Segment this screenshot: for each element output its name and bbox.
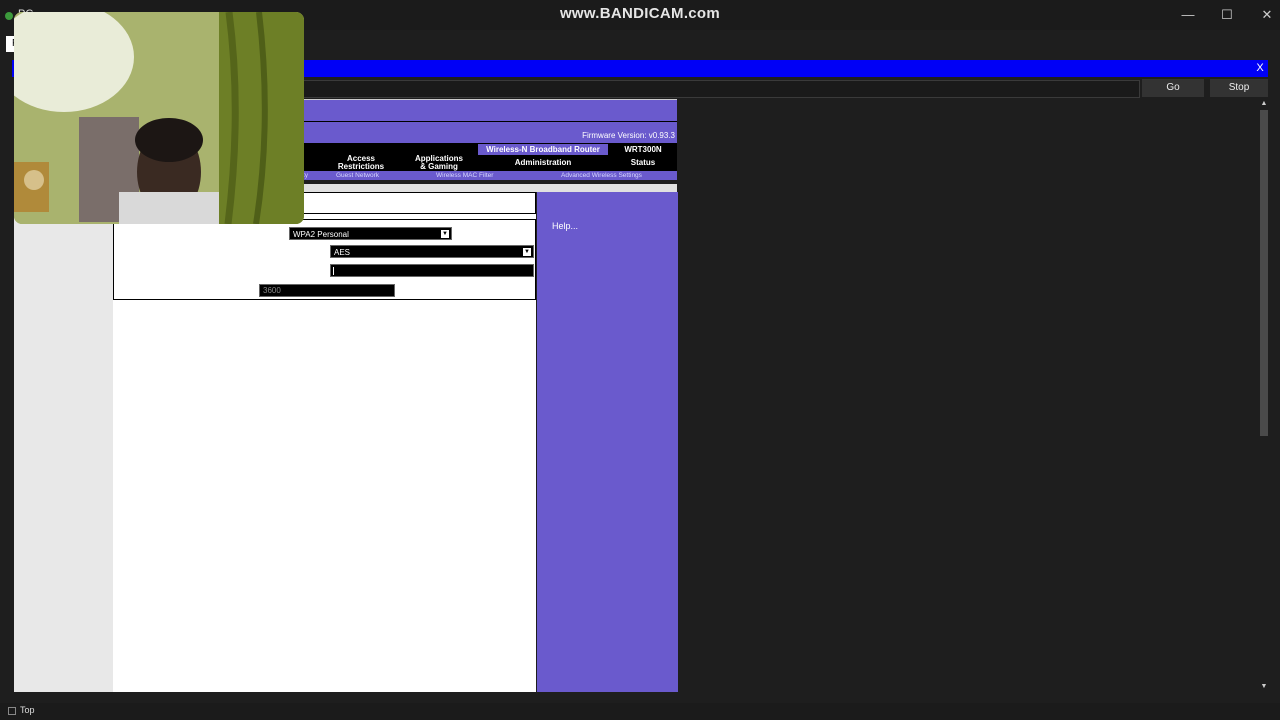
key-renewal-input[interactable]: 3600 (259, 284, 395, 297)
minimize-button[interactable]: — (1176, 6, 1200, 24)
chevron-down-icon: ▼ (441, 230, 449, 238)
text-cursor (333, 267, 334, 275)
maximize-button[interactable]: ☐ (1215, 6, 1239, 24)
model-number: WRT300N (624, 145, 662, 154)
menu-label-line1: Status (630, 158, 656, 167)
encryption-select[interactable]: AES ▼ (330, 245, 534, 258)
menu-administration[interactable]: Administration (500, 159, 586, 167)
security-mode-value: WPA2 Personal (293, 230, 349, 239)
encryption-value: AES (334, 248, 351, 257)
menu-access-restrictions[interactable]: Access Restrictions (326, 155, 396, 171)
security-mode-select[interactable]: WPA2 Personal ▼ (289, 227, 452, 240)
status-bar (0, 703, 1280, 720)
product-name: Wireless-N Broadband Router (478, 144, 608, 155)
submenu-advanced-wireless-settings[interactable]: Advanced Wireless Settings (561, 171, 642, 180)
menu-applications-gaming[interactable]: Applications & Gaming (404, 155, 474, 171)
browser-close-button[interactable]: X (1252, 60, 1268, 77)
help-link[interactable]: Help... (552, 221, 578, 231)
submenu-guest-network[interactable]: Guest Network (336, 171, 379, 180)
key-renewal-value: 3600 (263, 286, 281, 295)
passphrase-input[interactable] (330, 264, 534, 277)
scroll-up-icon[interactable]: ▲ (1258, 99, 1270, 109)
help-panel (537, 192, 678, 692)
firmware-version: Firmware Version: v0.93.3 (582, 131, 675, 140)
top-checkbox[interactable] (8, 707, 16, 715)
menu-status[interactable]: Status (612, 159, 674, 167)
submenu-wireless-mac-filter[interactable]: Wireless MAC Filter (436, 171, 493, 180)
webcam-overlay (14, 12, 304, 224)
close-window-button[interactable]: ✕ (1255, 6, 1279, 24)
chevron-down-icon: ▼ (523, 248, 531, 256)
scroll-down-icon[interactable]: ▼ (1258, 682, 1270, 692)
scrollbar-thumb[interactable] (1260, 110, 1268, 436)
menu-label-line2: Restrictions (337, 162, 385, 171)
status-top-label: Top (20, 705, 35, 715)
menu-label-line1: Administration (514, 158, 572, 167)
go-button[interactable]: Go (1142, 79, 1204, 97)
stop-button[interactable]: Stop (1210, 79, 1268, 97)
menu-label-line2: & Gaming (420, 162, 458, 171)
